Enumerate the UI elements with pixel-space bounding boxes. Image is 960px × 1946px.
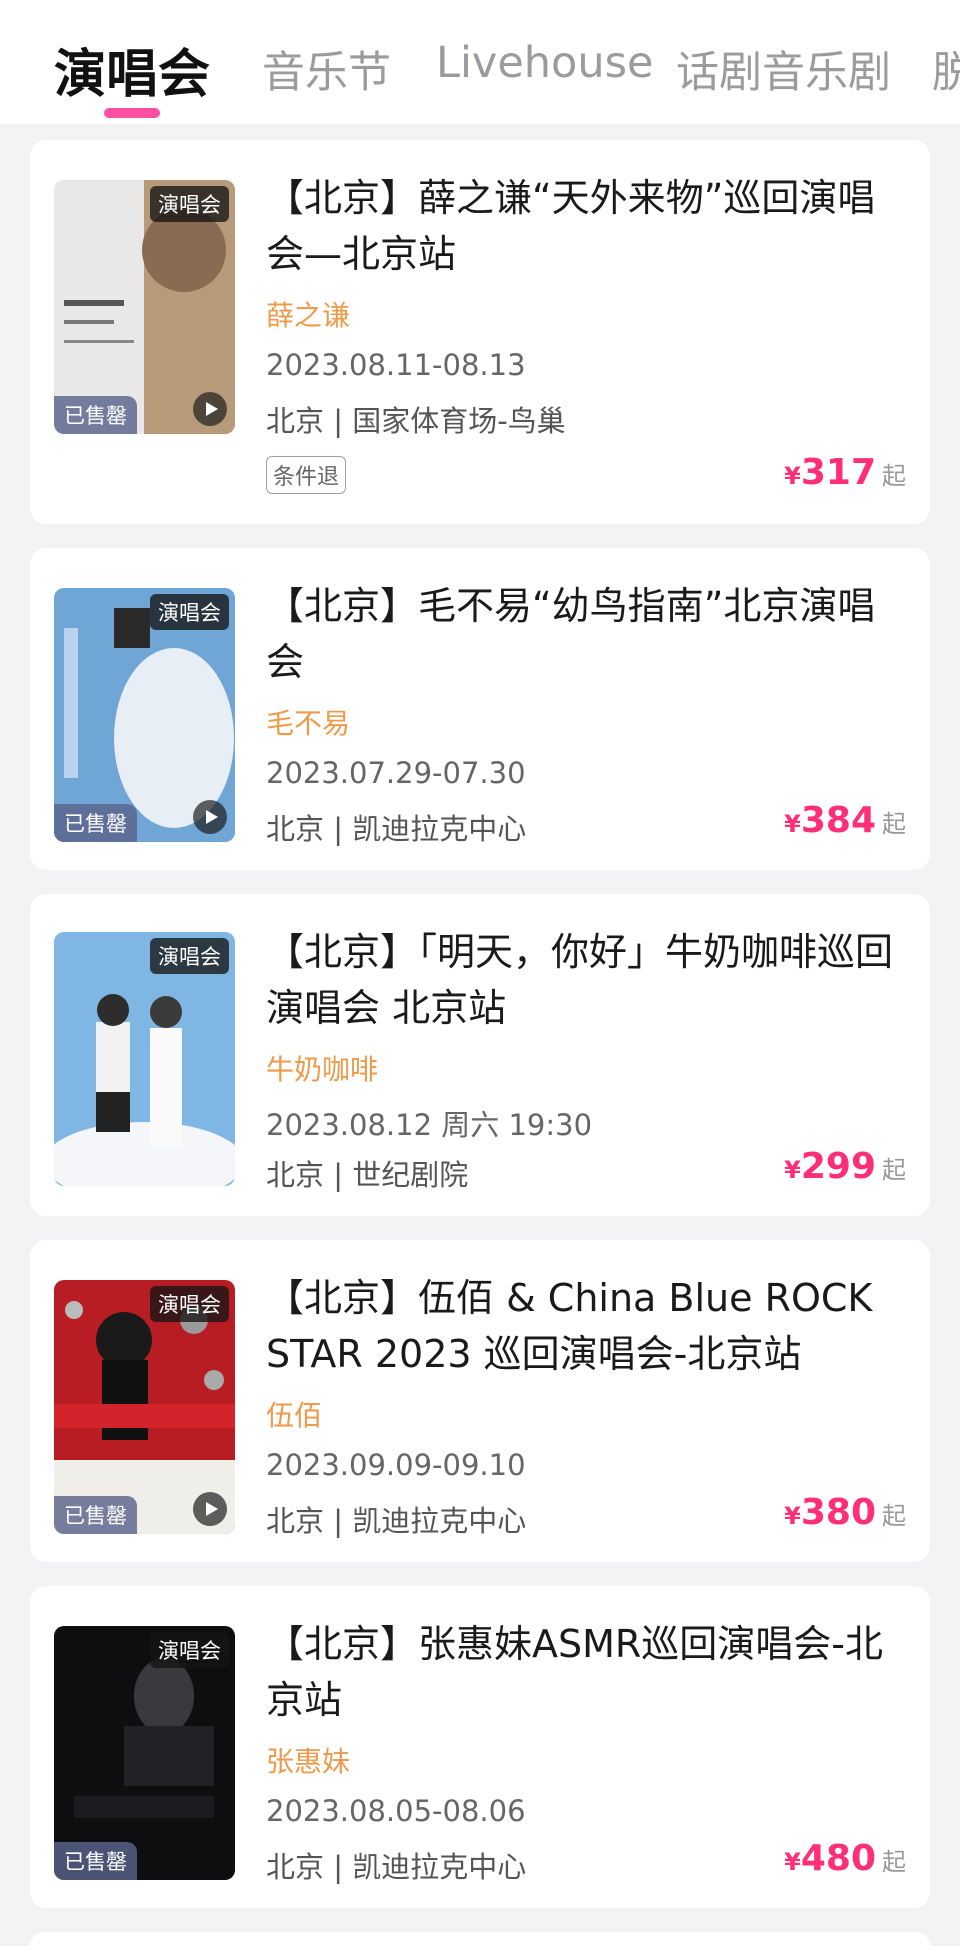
play-video-icon[interactable]: [193, 1492, 227, 1526]
event-venue: 北京 | 凯迪拉克中心: [266, 1504, 527, 1538]
category-tab-bar: 演唱会 音乐节 Livehouse 话剧音乐剧 脱: [0, 0, 960, 124]
event-date: 2023.08.12 周六 19:30: [266, 1108, 593, 1142]
event-date: 2023.08.05-08.06: [266, 1794, 526, 1828]
category-badge: 演唱会: [150, 1286, 229, 1322]
event-date: 2023.07.29-07.30: [266, 756, 526, 790]
event-venue: 北京 | 世纪剧院: [266, 1158, 469, 1192]
event-price: ¥317 起: [784, 452, 906, 493]
event-card-partial[interactable]: [30, 1932, 930, 1946]
event-price: ¥384 起: [784, 800, 906, 841]
active-tab-indicator: [104, 108, 160, 118]
event-poster[interactable]: 演唱会 已售罄: [54, 588, 235, 842]
tab-concert[interactable]: 演唱会: [54, 32, 210, 107]
price-value: 299: [800, 1146, 876, 1187]
category-badge: 演唱会: [150, 186, 229, 222]
currency-symbol: ¥: [784, 462, 801, 490]
event-artist: 薛之谦: [266, 299, 351, 332]
event-artist: 伍佰: [266, 1399, 323, 1432]
event-title: 【北京】「明天，你好」牛奶咖啡巡回演唱会 北京站: [266, 930, 894, 1030]
event-title: 【北京】毛不易“幼鸟指南”北京演唱会: [266, 584, 876, 684]
event-card[interactable]: 演唱会 已售罄 【北京】薛之谦“天外来物”巡回演唱会—北京站 薛之谦 2023.…: [30, 140, 930, 524]
price-suffix: 起: [882, 1502, 906, 1530]
event-poster[interactable]: 演唱会 已售罄: [54, 1626, 235, 1880]
category-badge: 演唱会: [150, 938, 229, 974]
price-suffix: 起: [882, 1156, 906, 1184]
currency-symbol: ¥: [784, 1502, 801, 1530]
currency-symbol: ¥: [784, 1848, 801, 1876]
event-title: 【北京】张惠妹ASMR巡回演唱会-北京站: [266, 1622, 884, 1722]
price-value: 380: [800, 1492, 876, 1533]
tab-talkshow-partial[interactable]: 脱: [932, 38, 960, 100]
price-suffix: 起: [882, 462, 906, 490]
event-title: 【北京】薛之谦“天外来物”巡回演唱会—北京站: [266, 176, 876, 276]
event-date: 2023.09.09-09.10: [266, 1448, 526, 1482]
event-venue: 北京 | 凯迪拉克中心: [266, 1850, 527, 1884]
sold-out-badge: 已售罄: [54, 1496, 137, 1534]
event-price: ¥480 起: [784, 1838, 906, 1879]
event-venue: 北京 | 国家体育场-鸟巢: [266, 404, 566, 438]
event-card[interactable]: 演唱会 已售罄 【北京】毛不易“幼鸟指南”北京演唱会 毛不易 2023.07.2…: [30, 548, 930, 870]
category-badge: 演唱会: [150, 594, 229, 630]
play-video-icon[interactable]: [193, 800, 227, 834]
price-value: 384: [800, 800, 876, 841]
sold-out-badge: 已售罄: [54, 396, 137, 434]
price-suffix: 起: [882, 810, 906, 838]
event-artist: 牛奶咖啡: [266, 1053, 379, 1086]
category-badge: 演唱会: [150, 1632, 229, 1668]
sold-out-badge: 已售罄: [54, 804, 137, 842]
currency-symbol: ¥: [784, 810, 801, 838]
event-title: 【北京】伍佰 & China Blue ROCK STAR 2023 巡回演唱会…: [266, 1276, 873, 1376]
price-value: 480: [800, 1838, 876, 1879]
currency-symbol: ¥: [784, 1156, 801, 1184]
tab-music-festival[interactable]: 音乐节: [262, 38, 391, 100]
event-date: 2023.08.11-08.13: [266, 348, 526, 382]
tab-livehouse[interactable]: Livehouse: [436, 38, 653, 88]
event-card[interactable]: 演唱会 已售罄 【北京】伍佰 & China Blue ROCK STAR 20…: [30, 1240, 930, 1562]
play-video-icon[interactable]: [193, 392, 227, 426]
event-card[interactable]: 演唱会 已售罄 【北京】张惠妹ASMR巡回演唱会-北京站 张惠妹 2023.08…: [30, 1586, 930, 1908]
tab-drama-musical[interactable]: 话剧音乐剧: [676, 38, 891, 100]
event-poster[interactable]: 演唱会 已售罄: [54, 1280, 235, 1534]
refund-tag: 条件退: [266, 456, 347, 494]
event-venue: 北京 | 凯迪拉克中心: [266, 812, 527, 846]
price-suffix: 起: [882, 1848, 906, 1876]
event-price: ¥299 起: [784, 1146, 906, 1187]
sold-out-badge: 已售罄: [54, 1842, 137, 1880]
price-value: 317: [800, 452, 876, 493]
event-price: ¥380 起: [784, 1492, 906, 1533]
event-artist: 张惠妹: [266, 1745, 351, 1778]
event-poster[interactable]: 演唱会 已售罄: [54, 180, 235, 434]
event-artist: 毛不易: [266, 707, 351, 740]
event-poster[interactable]: 演唱会: [54, 932, 235, 1186]
event-card[interactable]: 演唱会 【北京】「明天，你好」牛奶咖啡巡回演唱会 北京站 牛奶咖啡 2023.0…: [30, 894, 930, 1216]
